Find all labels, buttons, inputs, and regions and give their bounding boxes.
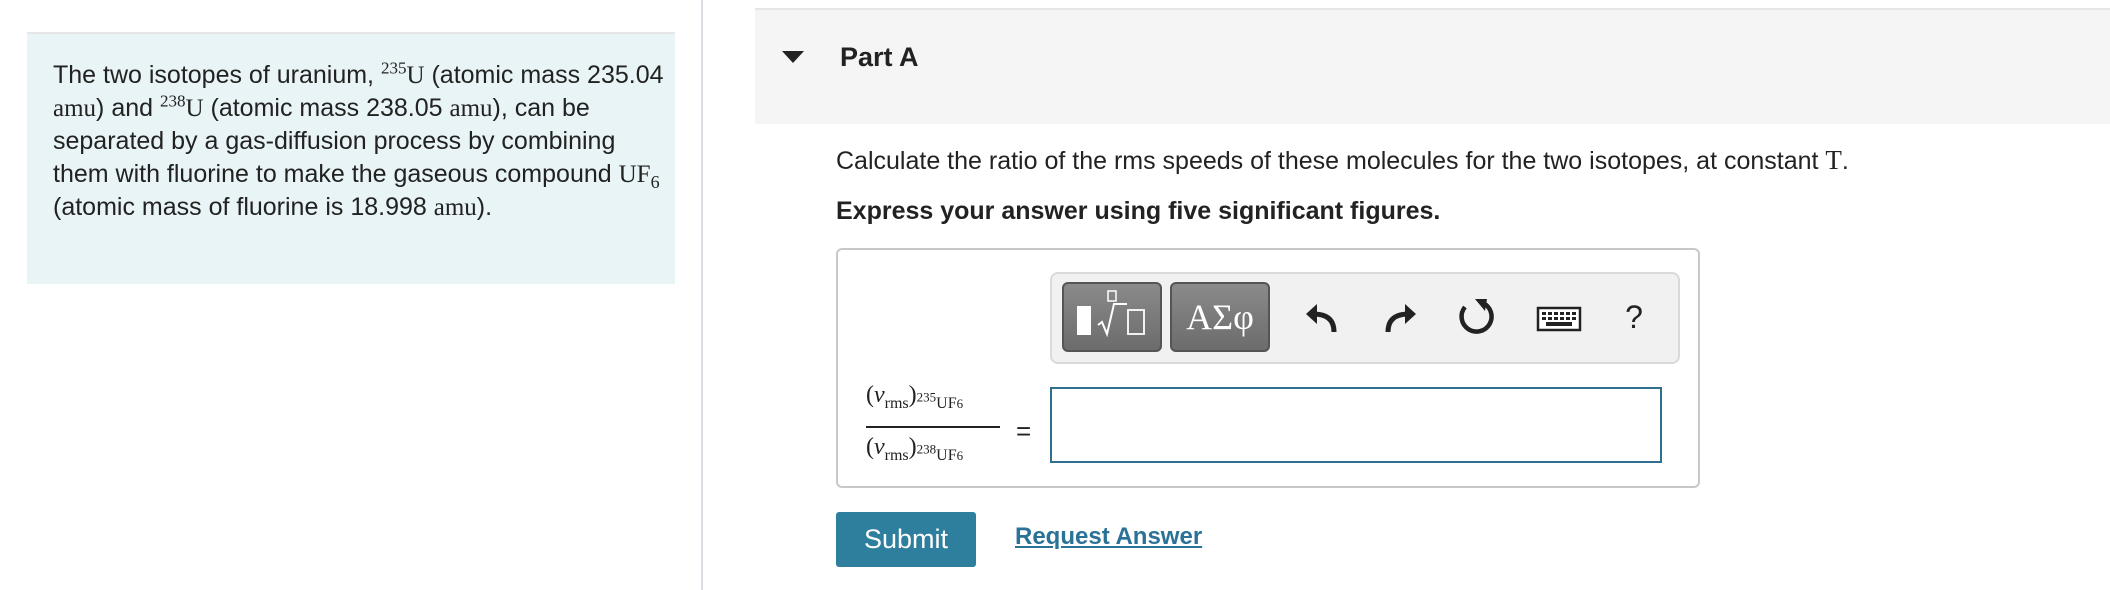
help-button[interactable]: ? (1608, 286, 1660, 348)
keyboard-button[interactable] (1528, 286, 1592, 348)
answer-instruction: Express your answer using five significa… (836, 197, 1441, 225)
reset-button[interactable] (1450, 286, 1502, 348)
undo-button[interactable] (1296, 286, 1348, 348)
answer-area: ΑΣφ ? (vrms)235UF6 (vrms)238UF6 = (836, 248, 1700, 488)
ratio-numerator: (vrms)235UF6 (866, 382, 964, 412)
part-a-header[interactable]: Part A (755, 10, 2110, 124)
collapse-caret-icon[interactable] (782, 51, 804, 63)
problem-statement: The two isotopes of uranium, 235U (atomi… (53, 58, 664, 221)
equals-sign: = (1016, 416, 1032, 446)
answer-input[interactable] (1050, 387, 1662, 463)
keyboard-icon (1536, 306, 1582, 332)
math-template-icon (1077, 290, 1145, 338)
fraction-bar (866, 426, 1000, 428)
math-template-button[interactable] (1062, 282, 1162, 352)
submit-button[interactable]: Submit (836, 512, 976, 567)
redo-button[interactable] (1374, 286, 1426, 348)
equation-toolbar: ΑΣφ ? (1050, 272, 1680, 364)
request-answer-link[interactable]: Request Answer (1015, 523, 1202, 551)
reset-icon (1459, 299, 1494, 334)
greek-symbols-button[interactable]: ΑΣφ (1170, 282, 1270, 352)
problem-statement-panel: The two isotopes of uranium, 235U (atomi… (27, 34, 675, 284)
part-title: Part A (840, 42, 919, 72)
question-text: Calculate the ratio of the rms speeds of… (836, 145, 1849, 175)
column-divider (701, 0, 703, 590)
redo-icon (1385, 304, 1416, 333)
undo-icon (1306, 304, 1337, 333)
ratio-denominator: (vrms)238UF6 (866, 434, 964, 464)
